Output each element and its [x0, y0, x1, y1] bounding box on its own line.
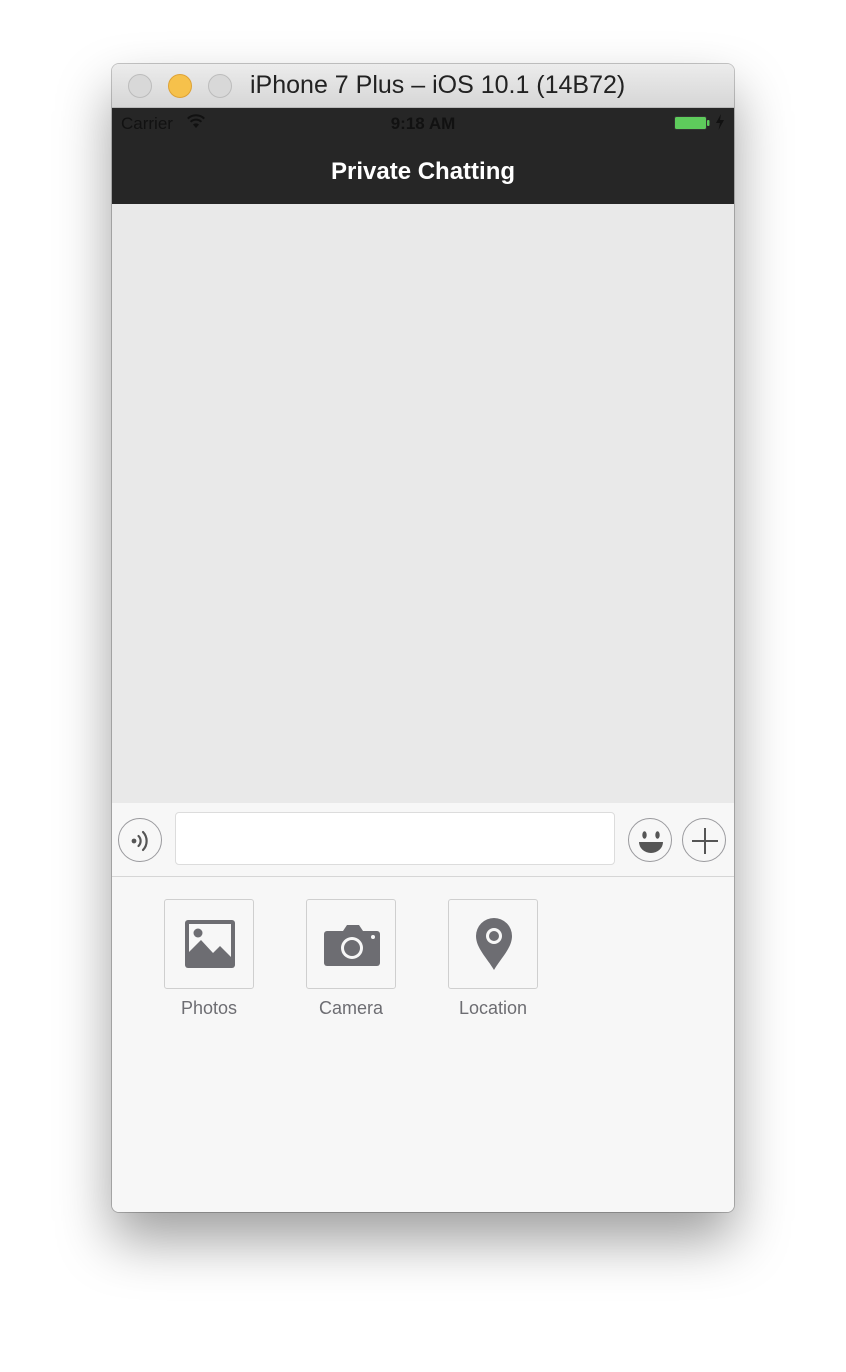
location-button[interactable]	[448, 899, 538, 989]
window-titlebar[interactable]: iPhone 7 Plus – iOS 10.1 (14B72)	[112, 64, 734, 108]
photos-label: Photos	[180, 998, 238, 1018]
nav-title: Private Chatting	[330, 158, 516, 185]
chat-message-area[interactable]	[112, 204, 734, 803]
voice-button[interactable]	[118, 818, 162, 862]
message-input[interactable]	[175, 812, 615, 865]
more-button[interactable]	[682, 818, 726, 862]
navigation-bar: Private Chatting	[112, 138, 734, 204]
location-option[interactable]: Location	[448, 899, 540, 1019]
status-bar: Carrier 9:18 AM	[112, 108, 734, 138]
photo-icon	[185, 920, 235, 968]
location-label: Location	[458, 998, 528, 1018]
input-toolbar	[112, 803, 734, 877]
status-time: 9:18 AM	[390, 114, 456, 133]
location-pin-icon	[476, 918, 512, 970]
more-options-panel: Photos Camera Location	[112, 877, 734, 1212]
zoom-window-button[interactable]	[208, 74, 232, 98]
camera-icon	[324, 925, 380, 966]
photos-button[interactable]	[164, 899, 254, 989]
camera-option[interactable]: Camera	[306, 899, 398, 1019]
close-window-button[interactable]	[128, 74, 152, 98]
emoji-icon	[639, 831, 663, 853]
minimize-window-button[interactable]	[168, 74, 192, 98]
plus-icon	[692, 828, 718, 854]
camera-label: Camera	[318, 998, 384, 1018]
battery-icon	[674, 116, 710, 130]
simulator-window: iPhone 7 Plus – iOS 10.1 (14B72) Carrier…	[112, 64, 734, 1212]
photos-option[interactable]: Photos	[164, 899, 256, 1019]
window-title: iPhone 7 Plus – iOS 10.1 (14B72)	[250, 71, 626, 99]
emoji-button[interactable]	[628, 818, 672, 862]
charging-bolt-icon	[716, 114, 724, 130]
voice-icon	[131, 830, 148, 852]
camera-button[interactable]	[306, 899, 396, 989]
